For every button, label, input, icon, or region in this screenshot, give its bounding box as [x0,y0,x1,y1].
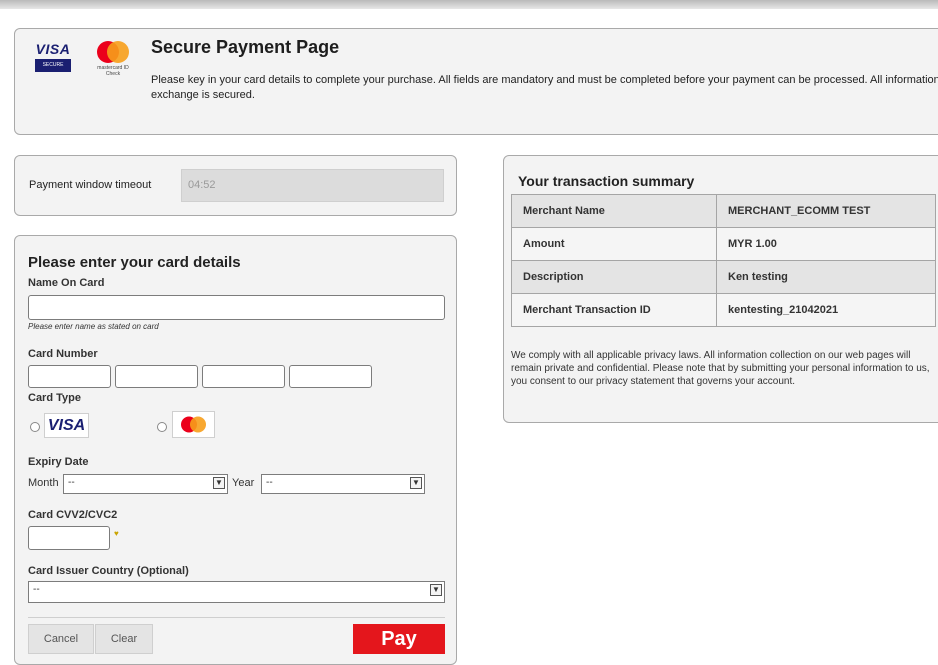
cvv-help-icon: ♥ [114,529,119,538]
table-row: Amount MYR 1.00 [511,227,936,261]
chevron-down-icon: ▼ [410,477,422,489]
mastercard-icon [181,416,206,433]
year-label: Year [232,477,255,489]
card-details-title: Please enter your card details [28,254,241,271]
header-panel: VISA SECURE mastercard ID Check Secure P… [14,28,938,135]
summary-value: kentesting_21042021 [716,293,936,327]
cvv-label: Card CVV2/CVC2 [28,509,118,521]
card-number-label: Card Number [28,348,98,360]
transaction-summary-panel: Your transaction summary Merchant Name M… [503,155,938,423]
pay-button[interactable]: Pay [353,624,445,654]
month-label: Month [28,477,59,489]
card-type-label: Card Type [28,392,81,404]
card-details-panel: Please enter your card details Name On C… [14,235,457,665]
form-divider [28,617,445,618]
table-row: Merchant Transaction ID kentesting_21042… [511,293,936,327]
month-select-value: -- [68,477,75,488]
card-number-input-3[interactable] [202,365,285,388]
visa-option-label: VISA [47,417,86,434]
issuer-country-value: -- [33,584,40,595]
card-number-input-4[interactable] [289,365,372,388]
transaction-summary-title: Your transaction summary [518,173,695,189]
summary-key: Amount [511,227,717,261]
issuer-country-select[interactable]: -- ▼ [28,581,445,603]
transaction-summary-table: Merchant Name MERCHANT_ECOMM TEST Amount… [511,194,936,327]
browser-top-shadow [0,0,938,9]
timeout-label: Payment window timeout [29,179,152,191]
chevron-down-icon: ▼ [430,584,442,596]
cancel-button[interactable]: Cancel [28,624,94,654]
year-select[interactable]: -- ▼ [261,474,425,494]
table-row: Description Ken testing [511,260,936,294]
name-on-card-hint: Please enter name as stated on card [28,322,159,331]
visa-brand-text: VISA [35,41,71,57]
summary-value: Ken testing [716,260,936,294]
page-description: Please key in your card details to compl… [151,74,938,101]
summary-value: MERCHANT_ECOMM TEST [716,194,936,228]
chevron-down-icon: ▼ [213,477,225,489]
mastercard-radio[interactable] [157,422,167,432]
summary-value: MYR 1.00 [716,227,936,261]
table-row: Merchant Name MERCHANT_ECOMM TEST [511,194,936,228]
timeout-value: 04:52 [181,169,444,202]
visa-radio[interactable] [30,422,40,432]
page-title: Secure Payment Page [151,37,340,57]
name-on-card-label: Name On Card [28,277,105,289]
mastercard-id-check-text: mastercard ID Check [97,65,129,77]
summary-key: Description [511,260,717,294]
visa-icon: VISA [44,413,89,438]
expiry-date-label: Expiry Date [28,456,89,468]
summary-key: Merchant Transaction ID [511,293,717,327]
timeout-panel: Payment window timeout 04:52 [14,155,457,216]
visa-secure-logo: VISA SECURE [35,41,71,72]
summary-key: Merchant Name [511,194,717,228]
cvv-input[interactable] [28,526,110,550]
month-select[interactable]: -- ▼ [63,474,228,494]
card-number-input-1[interactable] [28,365,111,388]
mastercard-option-icon [172,411,215,438]
mastercard-icon [97,41,129,63]
mastercard-id-check-logo: mastercard ID Check [93,41,133,83]
clear-button[interactable]: Clear [95,624,153,654]
year-select-value: -- [266,477,273,488]
card-number-input-2[interactable] [115,365,198,388]
visa-secure-text: SECURE [35,59,71,72]
issuer-country-label: Card Issuer Country (Optional) [28,565,189,577]
name-on-card-input[interactable] [28,295,445,320]
privacy-statement: We comply with all applicable privacy la… [511,350,930,387]
